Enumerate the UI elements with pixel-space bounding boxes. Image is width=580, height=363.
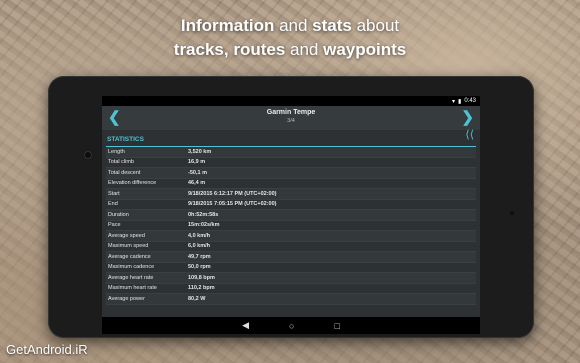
stat-label: Pace <box>108 222 121 229</box>
android-nav-bar: ◀ ○ □ <box>102 317 480 334</box>
stat-row: Length 3,520 km <box>106 147 476 158</box>
home-icon[interactable]: ○ <box>289 321 294 331</box>
stat-row: Average heart rate 109,8 bpm <box>106 273 476 284</box>
stat-row: Average speed 4,0 km/h <box>106 231 476 242</box>
stat-label: Start <box>108 190 120 197</box>
headline-word-tracks-routes: tracks, routes <box>173 40 286 59</box>
back-icon[interactable]: ◀ <box>242 320 249 331</box>
section-divider <box>106 146 476 147</box>
stat-value: 0h:52m:58s <box>188 211 219 218</box>
stat-label: Maximum cadence <box>108 264 155 271</box>
recents-icon[interactable]: □ <box>334 321 339 331</box>
battery-icon: ▮ <box>458 98 462 105</box>
headline-text: and <box>285 40 324 59</box>
stat-row: Average cadence 49,7 rpm <box>106 252 476 263</box>
stat-value: 110,2 bpm <box>188 285 215 292</box>
stat-label: Average heart rate <box>108 274 154 281</box>
title-bar: ❮ Garmin Tempe 3/4 ❯ <box>102 106 480 131</box>
stat-label: Elevation difference <box>108 180 157 187</box>
stat-value: 4,0 km/h <box>188 232 211 239</box>
stat-label: Maximum heart rate <box>108 285 157 292</box>
stat-label: Total descent <box>108 169 141 176</box>
headline-text: about <box>351 16 400 35</box>
stat-value: 109,8 bpm <box>188 274 215 281</box>
stat-row: Average power 80,2 W <box>106 294 476 305</box>
status-bar: ▾ ▮ 0:43 <box>102 96 480 106</box>
headline-word-stats: stats <box>312 16 352 35</box>
stat-label: Average speed <box>108 232 145 239</box>
stat-label: Duration <box>108 211 129 218</box>
stat-value: 49,7 rpm <box>188 253 211 260</box>
stat-row: Elevation difference 46,4 m <box>106 179 476 189</box>
stat-value: 9/18/2015 6:12:17 PM (UTC+02:00) <box>188 190 277 197</box>
stat-value: 46,4 m <box>188 180 206 187</box>
headline-line-2: tracks, routes and waypoints <box>0 40 580 60</box>
stat-label: Average power <box>108 295 145 302</box>
page-indicator: 3/4 <box>287 118 295 124</box>
track-title: Garmin Tempe <box>266 109 316 116</box>
headline-word-waypoints: waypoints <box>323 40 407 59</box>
stat-value: 6,0 km/h <box>188 243 211 250</box>
stat-row: Duration 0h:52m:58s <box>106 210 476 221</box>
status-time: 0:43 <box>464 98 476 104</box>
statistics-list: Length 3,520 km Total climb 16,9 m Total des… <box>102 147 480 305</box>
stat-row: Pace 15m:02s/km <box>106 221 476 231</box>
stat-row: End 9/18/2015 7:05:15 PM (UTC+02:00) <box>106 200 476 210</box>
tablet-screen: ▾ ▮ 0:43 ❮ Garmin Tempe 3/4 ❯ STATISTICS… <box>102 96 480 334</box>
stat-value: 3,520 km <box>188 148 212 155</box>
headline-text: and <box>274 16 313 35</box>
statistics-section-header: STATISTICS ⟨⟨ <box>102 128 480 147</box>
stat-value: 16,9 m <box>188 159 206 166</box>
stat-row: Maximum heart rate 110,2 bpm <box>106 284 476 294</box>
headline-word-information: Information <box>180 16 275 35</box>
stat-row: Start 9/18/2015 6:12:17 PM (UTC+02:00) <box>106 189 476 200</box>
stat-row: Total climb 16,9 m <box>106 158 476 168</box>
section-title: STATISTICS <box>107 136 144 143</box>
stat-label: End <box>108 201 118 208</box>
watermark: GetAndroid.iR <box>6 342 88 357</box>
stat-row: Maximum speed 6,0 km/h <box>106 242 476 252</box>
stat-value: 50,0 rpm <box>188 264 211 271</box>
collapse-icon[interactable]: ⟨⟨ <box>465 128 474 141</box>
sensor-dot <box>510 211 514 215</box>
stat-label: Average cadence <box>108 253 151 260</box>
stat-label: Total climb <box>108 159 134 166</box>
stat-value: 9/18/2015 7:05:15 PM (UTC+02:00) <box>188 201 277 208</box>
wifi-icon: ▾ <box>451 98 455 105</box>
stat-row: Total descent -50,1 m <box>106 168 476 179</box>
stat-label: Length <box>108 148 125 155</box>
stat-value: -50,1 m <box>188 169 207 176</box>
camera-icon <box>84 151 92 159</box>
stat-value: 15m:02s/km <box>188 222 220 229</box>
stat-label: Maximum speed <box>108 243 149 250</box>
tablet-device: ▾ ▮ 0:43 ❮ Garmin Tempe 3/4 ❯ STATISTICS… <box>48 76 534 338</box>
headline-line-1: Information and stats about <box>0 16 580 36</box>
next-arrow-icon[interactable]: ❯ <box>461 108 474 126</box>
stat-row: Maximum cadence 50,0 rpm <box>106 263 476 273</box>
stat-value: 80,2 W <box>188 295 206 302</box>
